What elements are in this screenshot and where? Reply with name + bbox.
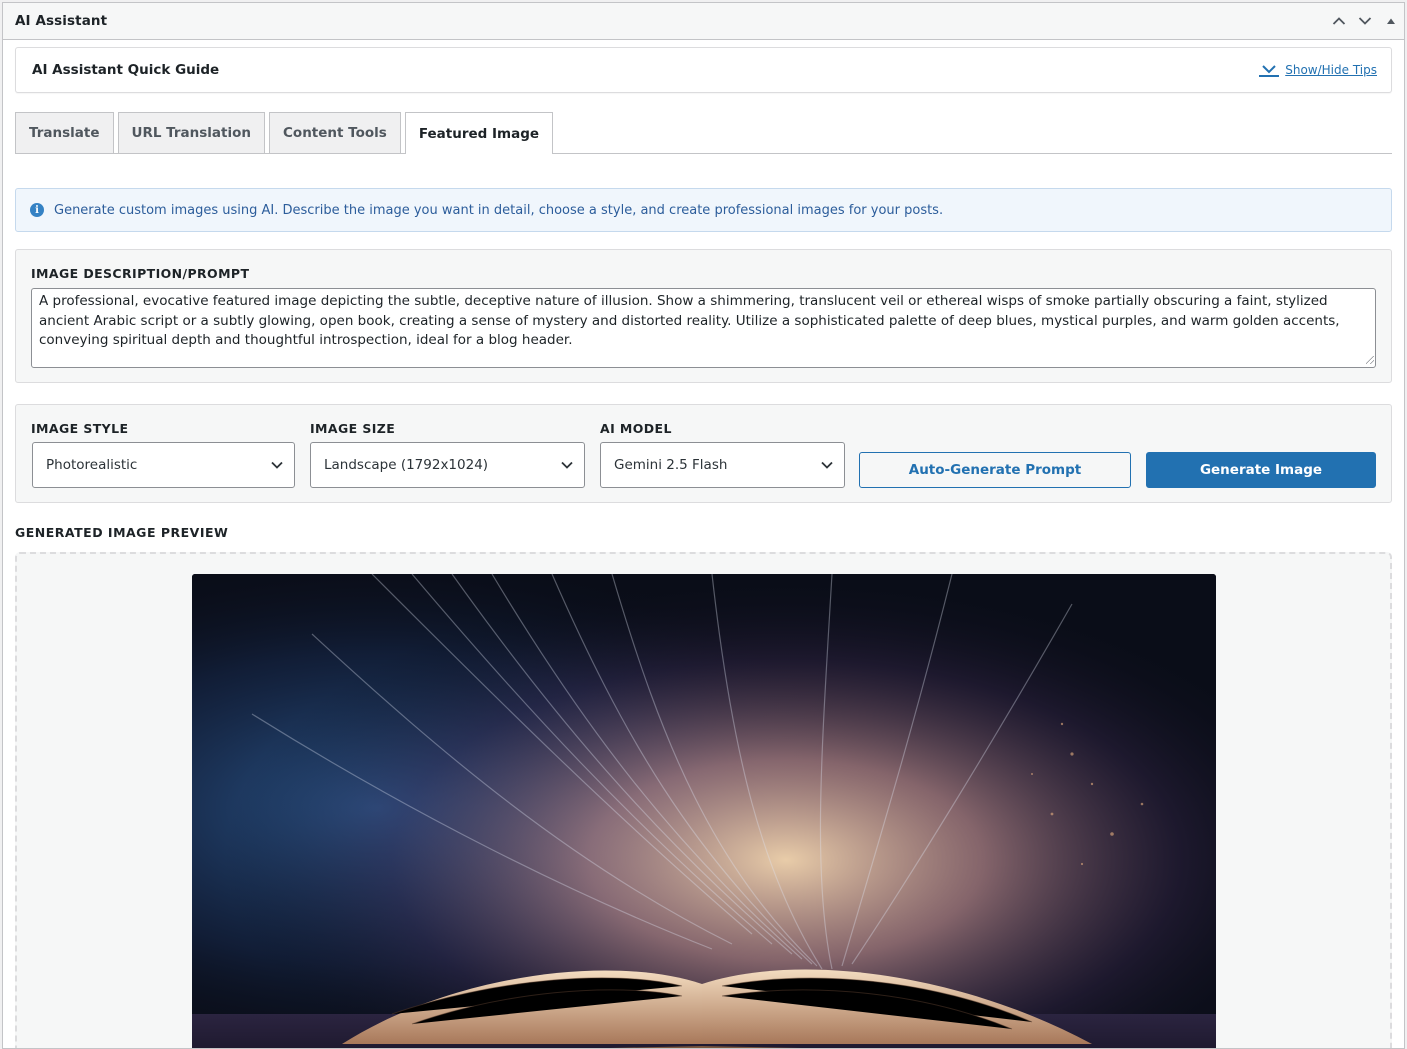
image-size-value: Landscape (1792x1024) — [324, 457, 489, 473]
metabox-inside: AI Assistant Quick Guide Show/Hide Tips … — [3, 40, 1404, 1048]
tab-featured-image[interactable]: Featured Image — [404, 112, 554, 154]
tab-content-tools[interactable]: Content Tools — [269, 112, 401, 153]
info-notice: i Generate custom images using AI. Descr… — [15, 188, 1392, 232]
ai-model-label: AI MODEL — [600, 421, 672, 436]
quick-guide: AI Assistant Quick Guide Show/Hide Tips — [15, 47, 1392, 93]
collapse-panel-button[interactable] — [1378, 3, 1404, 39]
image-size-select[interactable]: Landscape (1792x1024) — [310, 442, 585, 488]
image-preview-area — [15, 552, 1392, 1048]
image-settings-panel: IMAGE STYLE Photorealistic IMAGE SIZE La… — [15, 404, 1392, 503]
preview-label: GENERATED IMAGE PREVIEW — [15, 525, 229, 540]
metabox-controls — [1326, 3, 1404, 39]
chevron-up-icon — [1332, 17, 1346, 25]
tab-url-translation[interactable]: URL Translation — [117, 112, 266, 153]
ai-model-select[interactable]: Gemini 2.5 Flash — [600, 442, 845, 488]
prompt-label: IMAGE DESCRIPTION/PROMPT — [31, 266, 250, 281]
auto-generate-prompt-button[interactable]: Auto-Generate Prompt — [859, 452, 1131, 488]
triangle-up-icon — [1387, 18, 1395, 24]
ai-assistant-metabox: AI Assistant AI Assistant Quick Guide Sh… — [2, 2, 1405, 1049]
show-hide-tips-label: Show/Hide Tips — [1285, 63, 1377, 77]
assistant-tabs: Translate URL Translation Content Tools … — [15, 112, 1392, 154]
generated-image[interactable] — [192, 574, 1216, 1048]
move-up-button[interactable] — [1326, 3, 1352, 39]
image-style-select[interactable]: Photorealistic — [32, 442, 295, 488]
info-notice-text: Generate custom images using AI. Describ… — [54, 202, 944, 218]
chevron-down-icon — [1358, 17, 1372, 25]
metabox-header: AI Assistant — [3, 3, 1404, 40]
tab-translate[interactable]: Translate — [15, 112, 114, 153]
chevron-down-icon — [821, 461, 833, 469]
ai-model-value: Gemini 2.5 Flash — [614, 457, 728, 473]
image-size-label: IMAGE SIZE — [310, 421, 396, 436]
generate-image-button[interactable]: Generate Image — [1146, 452, 1376, 488]
metabox-title: AI Assistant — [15, 13, 108, 29]
image-style-value: Photorealistic — [46, 457, 138, 473]
prompt-panel: IMAGE DESCRIPTION/PROMPT A professional,… — [15, 249, 1392, 383]
image-style-label: IMAGE STYLE — [31, 421, 129, 436]
quick-guide-title: AI Assistant Quick Guide — [32, 62, 220, 78]
chevron-down-icon — [271, 461, 283, 469]
move-down-button[interactable] — [1352, 3, 1378, 39]
chevron-down-icon — [561, 461, 573, 469]
show-hide-tips-toggle[interactable]: Show/Hide Tips — [1259, 63, 1377, 77]
info-icon: i — [30, 203, 44, 217]
chevron-down-icon — [1259, 64, 1280, 77]
prompt-textarea[interactable]: A professional, evocative featured image… — [31, 288, 1376, 368]
resize-handle[interactable] — [1366, 356, 1374, 364]
